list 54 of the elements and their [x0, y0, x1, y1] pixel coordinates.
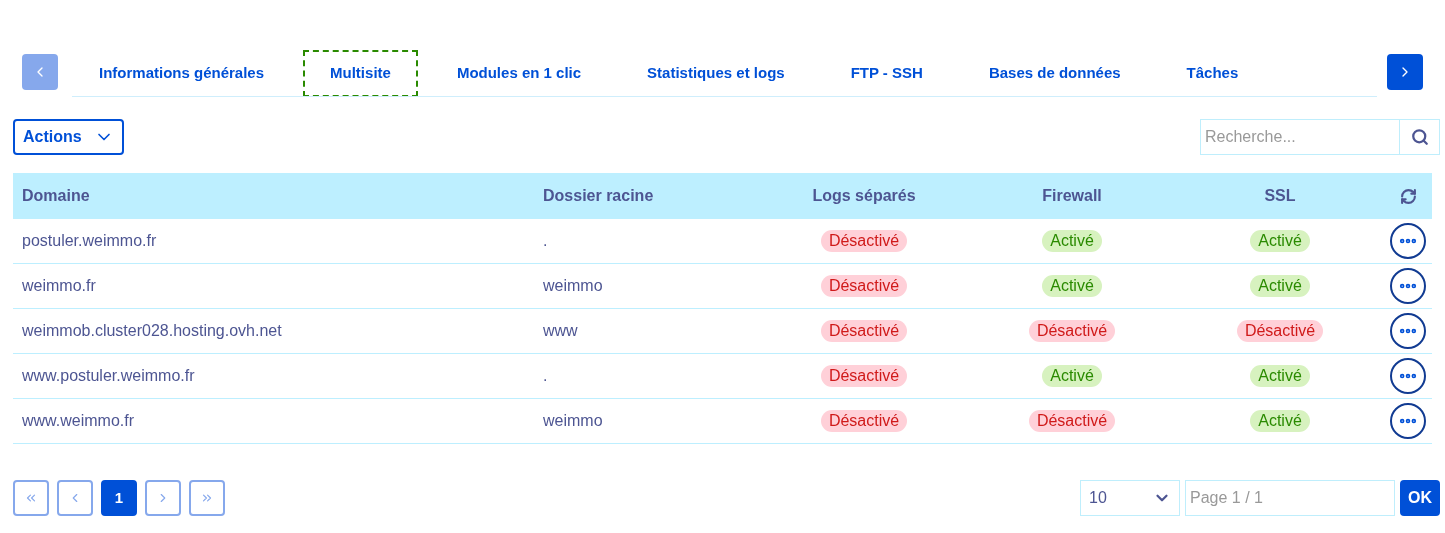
more-options-button[interactable]: [1390, 403, 1426, 439]
root-folder-cell-text: weimmo: [542, 411, 604, 431]
status-badge: Activé: [1042, 230, 1102, 252]
domain-cell-text: weimmob.cluster028.hosting.ovh.net: [21, 321, 283, 341]
tab[interactable]: Modules en 1 clic: [429, 50, 609, 96]
root-folder-cell-text: weimmo: [542, 276, 604, 296]
domain-cell-text: www.postuler.weimmo.fr: [21, 366, 196, 386]
status-badge: Activé: [1250, 230, 1310, 252]
page-button[interactable]: 1: [101, 480, 137, 516]
tab[interactable]: Tâches: [1159, 50, 1266, 96]
column-header: Logs séparés: [812, 186, 916, 206]
domain-cell-text: postuler.weimmo.fr: [21, 231, 158, 251]
page-size-select[interactable]: 10: [1080, 480, 1180, 516]
status-badge: Désactivé: [820, 365, 908, 387]
tab[interactable]: Statistiques et logs: [620, 50, 812, 96]
search-icon: [1410, 128, 1429, 146]
tab[interactable]: Multisite: [303, 50, 418, 96]
search-field[interactable]: Recherche...: [1200, 119, 1400, 155]
double-chevron-left-icon: [24, 491, 38, 505]
status-badge: Activé: [1042, 365, 1102, 387]
more-options-button[interactable]: [1390, 223, 1426, 259]
status-badge: Désactivé: [1028, 410, 1116, 432]
root-folder-cell-text: .: [542, 231, 549, 251]
scroll-right-button[interactable]: [1387, 54, 1423, 90]
ok-button[interactable]: OK: [1400, 480, 1440, 516]
status-badge: Désactivé: [820, 275, 908, 297]
tab[interactable]: Informations générales: [72, 50, 292, 96]
status-badge: Désactivé: [1028, 320, 1116, 342]
page-number-field[interactable]: Page 1 / 1: [1185, 480, 1395, 516]
column-header: Domaine: [21, 186, 91, 206]
tab[interactable]: Bases de données: [961, 50, 1148, 96]
status-badge: Activé: [1250, 275, 1310, 297]
more-options-button[interactable]: [1390, 313, 1426, 349]
status-badge: Désactivé: [1236, 320, 1324, 342]
tab[interactable]: FTP - SSH: [823, 50, 950, 96]
status-badge: Désactivé: [820, 230, 908, 252]
root-folder-cell-text: www: [542, 321, 579, 341]
status-badge: Activé: [1250, 365, 1310, 387]
column-header: Dossier racine: [542, 186, 655, 206]
double-chevron-right-icon: [200, 491, 214, 505]
status-badge: Désactivé: [820, 410, 908, 432]
more-options-button[interactable]: [1390, 358, 1426, 394]
actions-dropdown[interactable]: Actions: [13, 119, 124, 155]
column-header: Firewall: [1042, 186, 1102, 206]
column-header: SSL: [1264, 186, 1296, 206]
status-badge: Désactivé: [820, 320, 908, 342]
refresh-icon[interactable]: [1399, 187, 1417, 205]
more-options-button[interactable]: [1390, 268, 1426, 304]
search-button[interactable]: [1400, 119, 1440, 155]
domain-cell-text: www.weimmo.fr: [21, 411, 135, 431]
status-badge: Activé: [1250, 410, 1310, 432]
root-folder-cell-text: .: [542, 366, 549, 386]
status-badge: Activé: [1042, 275, 1102, 297]
domain-cell-text: weimmo.fr: [21, 276, 97, 296]
